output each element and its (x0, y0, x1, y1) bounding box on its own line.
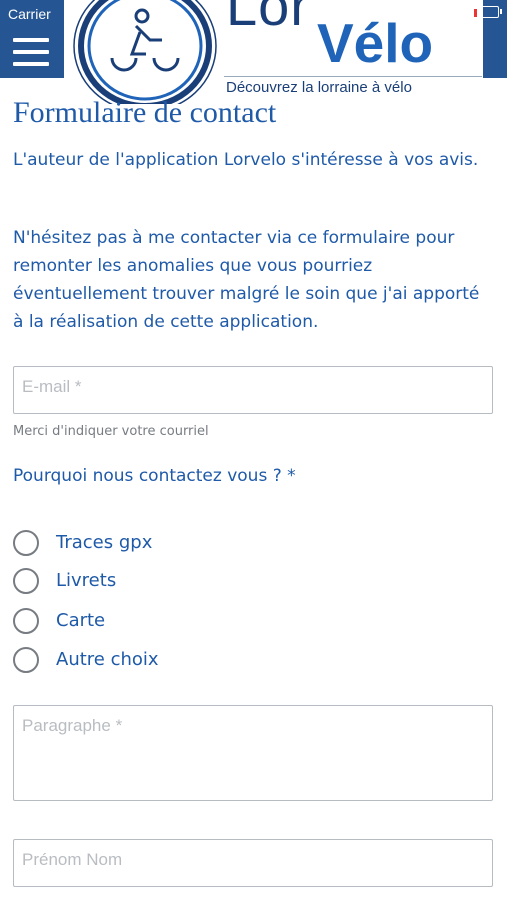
reason-label: Livrets (56, 570, 117, 591)
radio-button[interactable] (13, 568, 39, 594)
reason-label: Carte (56, 610, 106, 631)
brand-name-velo: Vélo (317, 12, 434, 74)
radio-button[interactable] (13, 647, 39, 673)
intro-paragraph-2: N'hésitez pas à me contacter via ce form… (13, 228, 480, 332)
email-helper-text: Merci d'indiquer votre courriel (13, 424, 209, 439)
radio-button[interactable] (13, 608, 39, 634)
email-field[interactable]: E-mail * (13, 366, 493, 414)
tagline-divider (224, 76, 482, 77)
email-placeholder: E-mail * (22, 377, 82, 396)
name-placeholder: Prénom Nom (22, 850, 123, 869)
carrier-label: Carrier (8, 6, 51, 22)
reason-label: Traces gpx (56, 532, 153, 553)
reason-option-traces-gpx[interactable]: Traces gpx (13, 530, 313, 560)
paragraph-placeholder: Paragraphe * (22, 716, 123, 735)
reason-option-autre-choix[interactable]: Autre choix (13, 647, 313, 677)
brand-tagline: Découvrez la lorraine à vélo (226, 79, 412, 96)
reason-label: Autre choix (56, 649, 159, 670)
page-title: Formulaire de contact (13, 96, 277, 129)
reason-option-livrets[interactable]: Livrets (13, 568, 313, 598)
name-field[interactable]: Prénom Nom (13, 839, 493, 887)
message-paragraph-field[interactable]: Paragraphe * (13, 705, 493, 801)
radio-button[interactable] (13, 530, 39, 556)
intro-paragraph-1: L'auteur de l'application Lorvelo s'inté… (13, 150, 479, 170)
contact-reason-question: Pourquoi nous contactez vous ? * (13, 466, 296, 486)
brand-name-lor: Lor (226, 0, 310, 37)
reason-option-carte[interactable]: Carte (13, 608, 313, 638)
cyclist-logo-icon (73, 0, 217, 104)
signal-indicator-icon (474, 9, 477, 17)
battery-icon (481, 6, 502, 18)
hamburger-menu-icon[interactable] (13, 38, 49, 66)
